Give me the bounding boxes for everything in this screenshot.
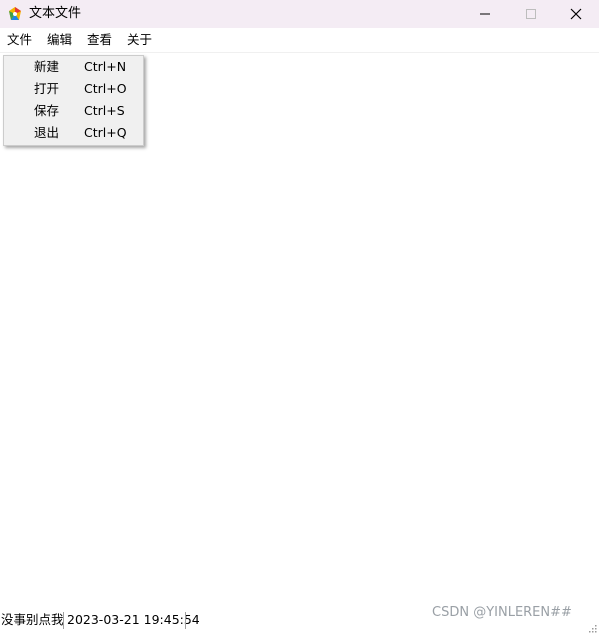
- minimize-button[interactable]: [462, 0, 508, 28]
- title-bar[interactable]: 文本文件: [0, 0, 599, 28]
- menu-item-label: 新建: [34, 59, 60, 74]
- file-menu-dropdown: 新建 Ctrl+N 打开 Ctrl+O 保存 Ctrl+S 退出 Ctrl+Q: [3, 55, 144, 146]
- window-title: 文本文件: [29, 6, 82, 21]
- status-divider: [63, 612, 64, 629]
- menu-about[interactable]: 关于: [125, 32, 154, 48]
- close-button[interactable]: [553, 0, 599, 28]
- resize-grip-icon[interactable]: [587, 618, 597, 633]
- close-icon: [570, 8, 582, 20]
- menu-item-shortcut: Ctrl+O: [84, 81, 127, 96]
- minimize-icon: [480, 9, 490, 19]
- app-notepad-icon: [7, 6, 23, 22]
- menu-item-new[interactable]: 新建 Ctrl+N: [4, 56, 143, 78]
- menu-item-save[interactable]: 保存 Ctrl+S: [4, 100, 143, 122]
- maximize-button[interactable]: [508, 0, 554, 28]
- menu-item-shortcut: Ctrl+Q: [84, 125, 127, 140]
- menu-view[interactable]: 查看: [85, 32, 114, 48]
- app-window: 文本文件 文件 编辑 查看 关于 新建 Ctrl+N 打开 Ctrl+O 保存 …: [0, 0, 599, 633]
- menu-item-shortcut: Ctrl+S: [84, 103, 125, 118]
- maximize-icon: [526, 9, 536, 19]
- menu-item-label: 退出: [34, 125, 60, 140]
- menu-bar: 文件 编辑 查看 关于: [0, 28, 599, 53]
- menu-item-label: 打开: [34, 81, 60, 96]
- menu-item-open[interactable]: 打开 Ctrl+O: [4, 78, 143, 100]
- menu-edit[interactable]: 编辑: [45, 32, 74, 48]
- menu-file[interactable]: 文件: [5, 32, 34, 48]
- menu-item-exit[interactable]: 退出 Ctrl+Q: [4, 122, 143, 144]
- watermark-text: CSDN @YINLEREN##: [432, 605, 572, 620]
- status-datetime: 2023-03-21 19:45:54: [67, 612, 200, 627]
- status-divider: [185, 612, 186, 629]
- status-message: 没事别点我: [1, 612, 64, 627]
- menu-item-label: 保存: [34, 103, 60, 118]
- menu-item-shortcut: Ctrl+N: [84, 59, 127, 74]
